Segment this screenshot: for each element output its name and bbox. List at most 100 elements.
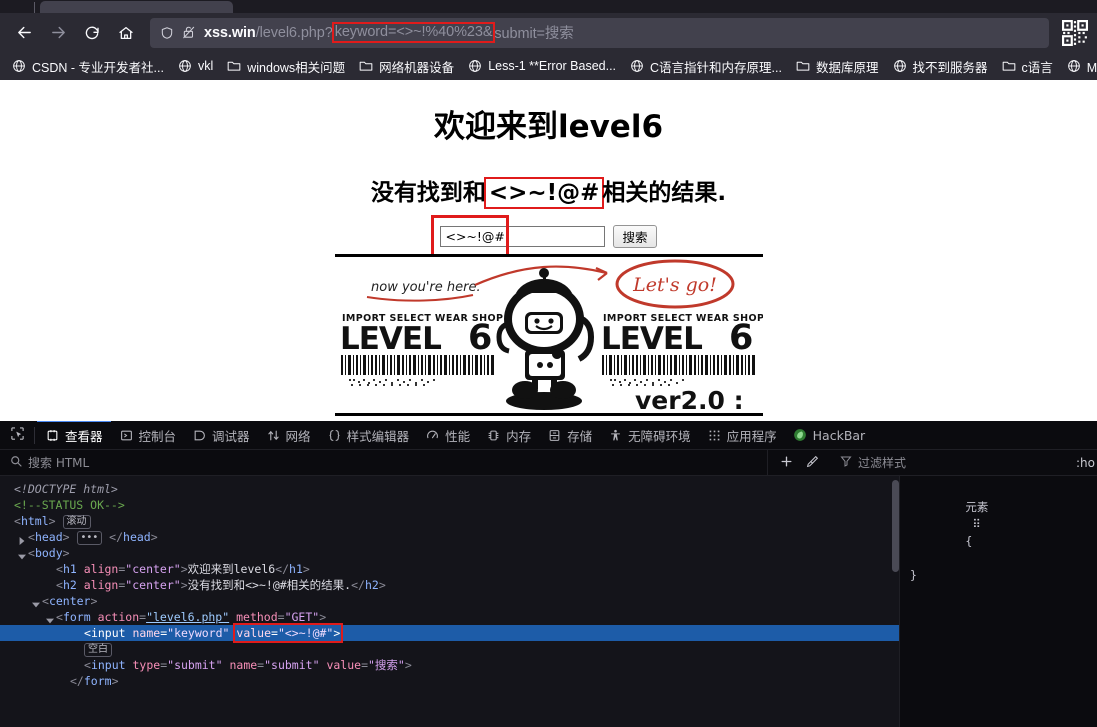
rule-selector[interactable]: 元素 xyxy=(965,500,988,514)
markup-scrollbar[interactable] xyxy=(892,480,899,572)
search-submit-button[interactable]: 搜索 xyxy=(613,225,657,248)
add-rule-button[interactable] xyxy=(774,452,798,474)
markup-line[interactable]: <input type="submit" name="submit" value… xyxy=(0,657,899,673)
bookmark-label: MSDN, 我 xyxy=(1086,60,1097,75)
markup-token: value xyxy=(326,658,362,672)
qr-code-button[interactable] xyxy=(1057,17,1089,49)
markup-token: "keyword" xyxy=(167,626,230,640)
markup-line[interactable]: <!DOCTYPE html> xyxy=(0,481,899,497)
reload-button[interactable] xyxy=(76,17,108,49)
devtools-tab-storage[interactable]: 存储 xyxy=(539,421,600,449)
devtools-tab-accessibility[interactable]: 无障碍环境 xyxy=(600,421,699,449)
reload-icon xyxy=(84,25,100,41)
markup-space xyxy=(70,530,77,544)
markup-line[interactable]: </form> xyxy=(0,673,899,689)
bookmark-item[interactable]: c语言 xyxy=(996,54,1059,79)
url-text[interactable]: xss.win/level6.php? keyword=<>~!%40%23& su… xyxy=(204,22,574,43)
markup-line[interactable]: <h2 align="center">没有找到和<>~!@#相关的结果.</h2… xyxy=(0,577,899,593)
bookmark-item[interactable]: 找不到服务器 xyxy=(887,54,994,79)
markup-line[interactable]: <center> xyxy=(0,593,899,609)
performance-icon xyxy=(425,428,440,443)
markup-token: align xyxy=(83,562,119,576)
keyword-input[interactable] xyxy=(440,226,606,247)
forward-button[interactable] xyxy=(42,17,74,49)
markup-token: input xyxy=(90,658,126,672)
markup-token: method xyxy=(236,610,278,624)
devtools-tab-memory[interactable]: 内存 xyxy=(478,421,539,449)
globe-icon xyxy=(893,59,908,74)
browser-tab[interactable] xyxy=(40,1,233,13)
eyedropper-button[interactable] xyxy=(800,452,824,474)
markup-token: center xyxy=(48,594,91,608)
url-tail: submit=搜索 xyxy=(494,26,574,42)
markup-token: = xyxy=(361,658,368,672)
devtools-tab-style-editor[interactable]: 样式编辑器 xyxy=(319,421,418,449)
folder-icon xyxy=(796,59,811,74)
chevron-right-icon[interactable] xyxy=(18,533,26,545)
page-title: 欢迎来到level6 xyxy=(433,109,664,145)
bookmark-label: 数据库原理 xyxy=(815,60,879,75)
chevron-down-icon[interactable] xyxy=(18,549,26,560)
html-markup-view: <!DOCTYPE html> <!--STATUS OK--> <html> 滚动… xyxy=(0,476,900,727)
bookmark-item[interactable]: C语言指针和内存原理... xyxy=(624,54,788,79)
tab-strip xyxy=(0,0,1097,13)
markup-token: <!--STATUS OK--> xyxy=(14,498,125,512)
devtools-tab-label: 存储 xyxy=(567,428,593,444)
bookmark-item[interactable]: 数据库原理 xyxy=(790,54,885,79)
bookmark-item[interactable]: CSDN - 专业开发者社... xyxy=(6,54,170,79)
bookmark-item[interactable]: windows相关问题 xyxy=(221,54,351,79)
bookmark-item[interactable]: 网络机器设备 xyxy=(353,54,460,79)
address-bar[interactable]: xss.win/level6.php? keyword=<>~!%40%23& su… xyxy=(150,17,1049,48)
devtools-tab-performance[interactable]: 性能 xyxy=(417,421,478,449)
markup-token: "submit" xyxy=(167,658,223,672)
result-payload-highlight: <>~!@# xyxy=(483,177,605,209)
shield-icon[interactable] xyxy=(160,26,174,40)
element-picker-button[interactable] xyxy=(2,421,32,449)
markup-token: html xyxy=(20,514,49,528)
markup-line[interactable]: <h1 align="center">欢迎来到level6</h1> xyxy=(0,561,899,577)
qr-code-icon xyxy=(1058,19,1088,46)
devtools-tab-hackbar[interactable]: HackBar xyxy=(785,421,874,449)
markup-line[interactable]: <head> ••• </head> xyxy=(0,529,899,545)
markup-token: "<>~!@#" xyxy=(277,626,334,640)
devtools-tab-application[interactable]: 应用程序 xyxy=(699,421,785,449)
back-button[interactable] xyxy=(8,17,40,49)
markup-line[interactable]: <html> 滚动 xyxy=(0,513,899,529)
html-search-box[interactable]: 搜索 HTML xyxy=(0,450,768,475)
bookmarks-bar: CSDN - 专业开发者社... vkl windows相关问题 网络机器设备 Less… xyxy=(0,52,1097,80)
memory-icon xyxy=(486,428,501,443)
chevron-down-icon[interactable] xyxy=(32,597,40,608)
bookmark-label: Less-1 **Error Based... xyxy=(488,59,617,73)
home-icon xyxy=(118,25,134,41)
globe-icon xyxy=(12,59,27,74)
home-button[interactable] xyxy=(110,17,142,49)
devtools-tab-console[interactable]: 控制台 xyxy=(111,421,185,449)
markup-line[interactable]: 空白 xyxy=(0,641,899,657)
svg-text:6: 6 xyxy=(729,318,753,358)
markup-token: align xyxy=(83,578,119,592)
element-picker-icon xyxy=(10,426,25,445)
markup-token: > xyxy=(302,562,310,576)
markup-token: "搜索" xyxy=(368,658,405,672)
markup-token: h1 xyxy=(289,562,303,576)
devtools-tab-debugger[interactable]: 调试器 xyxy=(184,421,258,449)
style-filter-box[interactable]: 过滤样式 :ho xyxy=(830,450,1097,475)
bookmark-item[interactable]: Less-1 **Error Based... xyxy=(462,56,622,77)
chevron-down-icon[interactable] xyxy=(46,613,54,624)
devtools-tab-network[interactable]: 网络 xyxy=(258,421,319,449)
markup-line[interactable]: <!--STATUS OK--> xyxy=(0,497,899,513)
markup-line[interactable]: <body> xyxy=(0,545,899,561)
network-icon xyxy=(266,428,281,443)
bookmark-item[interactable]: MSDN, 我 xyxy=(1061,54,1097,79)
bookmark-item[interactable]: vkl xyxy=(172,56,219,77)
devtools-tab-inspector[interactable]: 查看器 xyxy=(37,421,111,449)
markup-line[interactable]: <form action="level6.php" method="GET"> xyxy=(0,609,899,625)
insecure-lock-icon[interactable] xyxy=(182,25,196,40)
markup-token: 没有找到和<>~!@#相关的结果. xyxy=(187,578,352,592)
markup-line-selected[interactable]: <input name = "keyword" value="<>~!@#"> xyxy=(0,623,899,643)
svg-text:now you're here.: now you're here. xyxy=(371,280,481,295)
back-arrow-icon xyxy=(16,24,33,41)
hover-state-toggle[interactable]: :ho xyxy=(1076,456,1095,470)
markup-token: value xyxy=(236,626,272,640)
markup-token: head xyxy=(123,530,151,544)
